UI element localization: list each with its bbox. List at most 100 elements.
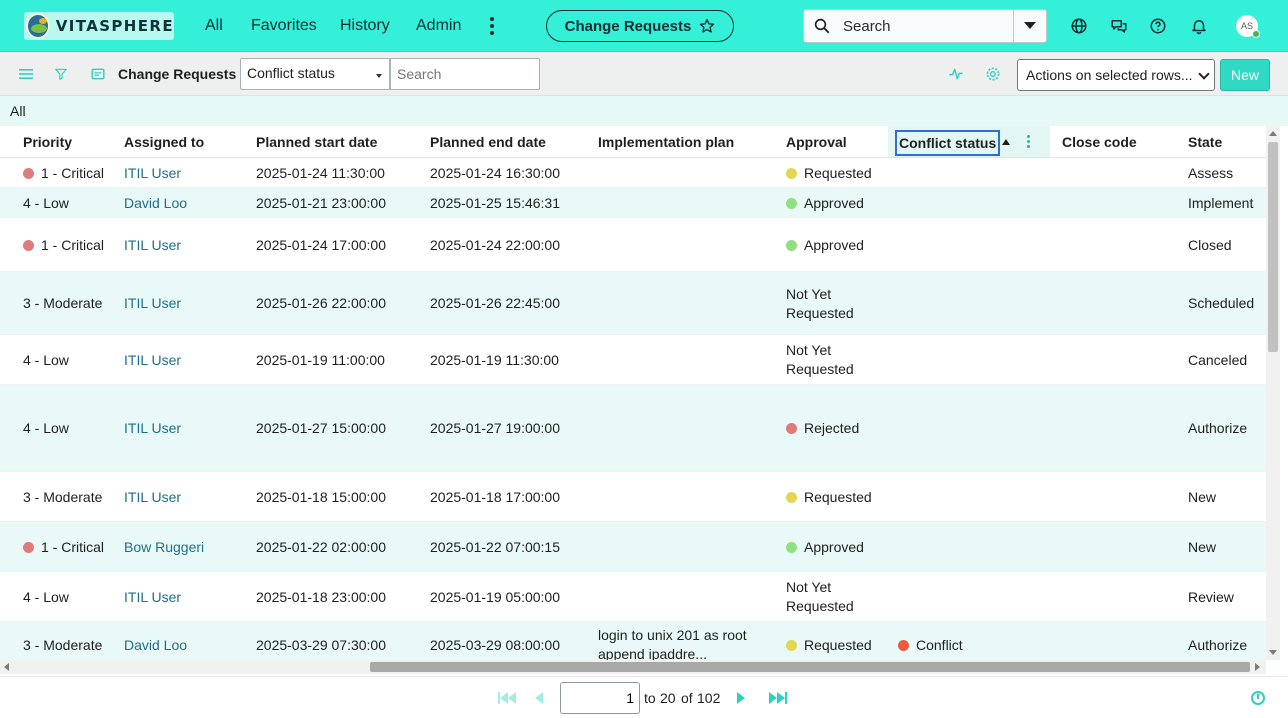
gear-icon[interactable] xyxy=(984,65,1002,83)
table-row[interactable]: 3 - Moderate ITIL User 2025-01-26 22:00:00… xyxy=(0,272,1266,335)
activity-icon[interactable] xyxy=(947,65,965,83)
column-header-planned-start[interactable]: Planned start date xyxy=(256,134,377,150)
search-field-select[interactable]: Conflict status xyxy=(240,58,390,90)
column-header-priority[interactable]: Priority xyxy=(23,134,72,150)
table-row[interactable]: 1 - Critical ITIL User 2025-01-24 17:00:00… xyxy=(0,218,1266,272)
planned-start-cell: 2025-03-29 07:30:00 xyxy=(256,637,386,653)
vertical-scrollbar[interactable] xyxy=(1266,126,1280,660)
table-header: Priority Assigned to Planned start date … xyxy=(0,126,1266,158)
hamburger-menu-icon[interactable] xyxy=(17,65,35,83)
table-row[interactable]: 3 - Moderate ITIL User 2025-01-18 15:00:00… xyxy=(0,472,1266,522)
assigned-to-link[interactable]: ITIL User xyxy=(124,294,181,313)
assigned-to-link[interactable]: ITIL User xyxy=(124,164,181,183)
table-row[interactable]: 3 - Moderate David Loo 2025-03-29 07:30:00… xyxy=(0,622,1266,660)
planned-start-cell: 2025-01-24 17:00:00 xyxy=(256,237,386,253)
column-header-state[interactable]: State xyxy=(1188,134,1222,150)
approval-cell: Approved xyxy=(786,538,864,557)
assigned-to-link[interactable]: ITIL User xyxy=(124,351,181,370)
assigned-to-link[interactable]: David Loo xyxy=(124,636,187,655)
column-header-planned-end[interactable]: Planned end date xyxy=(430,134,546,150)
approval-cell: Requested xyxy=(786,164,872,183)
previous-page-icon[interactable] xyxy=(535,690,543,706)
assigned-to-link[interactable]: David Loo xyxy=(124,194,187,213)
priority-cell: 4 - Low xyxy=(23,589,69,605)
column-header-conflict-status[interactable]: Conflict status xyxy=(895,130,1001,156)
planned-start-cell: 2025-01-22 02:00:00 xyxy=(256,539,386,555)
priority-cell: 1 - Critical xyxy=(41,237,105,253)
assigned-to-link[interactable]: ITIL User xyxy=(124,588,181,607)
global-search[interactable]: Search xyxy=(803,9,1047,43)
breadcrumb[interactable]: All xyxy=(10,103,26,119)
table-row[interactable]: 4 - Low ITIL User 2025-01-18 23:00:00 2025-… xyxy=(0,572,1266,622)
pagination-of-label: of xyxy=(681,690,693,706)
table-row[interactable]: 4 - Low David Loo 2025-01-21 23:00:00 2025-… xyxy=(0,188,1266,218)
planned-start-cell: 2025-01-26 22:00:00 xyxy=(256,295,386,311)
globe-icon[interactable] xyxy=(1069,16,1089,36)
search-field-value: Conflict status xyxy=(247,65,335,81)
filter-icon[interactable] xyxy=(52,65,70,83)
scroll-right-icon[interactable] xyxy=(1255,663,1260,671)
planned-end-cell: 2025-03-29 08:00:00 xyxy=(430,637,560,653)
nav-all[interactable]: All xyxy=(205,17,223,35)
top-header: VITASPHERE All Favorites History Admin C… xyxy=(0,0,1288,52)
list-view-icon[interactable] xyxy=(89,65,107,83)
assigned-to-link[interactable]: ITIL User xyxy=(124,236,181,255)
vertical-scroll-thumb[interactable] xyxy=(1268,142,1278,352)
chat-icon[interactable] xyxy=(1109,16,1129,36)
help-icon[interactable] xyxy=(1148,16,1168,36)
next-page-icon[interactable] xyxy=(737,690,745,706)
more-menu-icon[interactable] xyxy=(486,14,498,38)
list-search-input[interactable] xyxy=(390,58,540,90)
state-cell: Authorize xyxy=(1188,420,1248,436)
search-scope-dropdown-icon[interactable] xyxy=(1024,22,1036,29)
priority-cell: 3 - Moderate xyxy=(23,637,103,653)
nav-history[interactable]: History xyxy=(340,17,390,35)
scroll-down-icon[interactable] xyxy=(1269,650,1277,655)
star-icon[interactable] xyxy=(699,18,715,34)
approval-status-dot xyxy=(786,423,797,434)
page-number-input[interactable] xyxy=(560,682,640,714)
table-row[interactable]: 1 - Critical Bow Ruggeri 2025-01-22 02:00:… xyxy=(0,522,1266,572)
state-cell: Review xyxy=(1188,589,1234,605)
stopwatch-icon[interactable] xyxy=(1251,691,1265,705)
approval-status-dot xyxy=(786,198,797,209)
user-avatar[interactable]: AS xyxy=(1236,15,1260,38)
planned-end-cell: 2025-01-19 05:00:00 xyxy=(430,589,560,605)
column-header-implementation-plan[interactable]: Implementation plan xyxy=(598,134,734,150)
approval-label: Requested xyxy=(804,165,872,181)
scroll-up-icon[interactable] xyxy=(1269,131,1277,136)
priority-cell: 4 - Low xyxy=(23,420,69,436)
table-row[interactable]: 1 - Critical ITIL User 2025-01-24 11:30:00… xyxy=(0,158,1266,188)
nav-favorites[interactable]: Favorites xyxy=(251,17,317,35)
context-pill[interactable]: Change Requests xyxy=(546,10,734,42)
list-title: Change Requests xyxy=(118,66,237,82)
horizontal-scrollbar[interactable] xyxy=(0,660,1266,674)
brand-name: VITASPHERE xyxy=(55,17,174,35)
new-button[interactable]: New xyxy=(1220,59,1270,91)
scroll-left-icon[interactable] xyxy=(4,663,9,671)
critical-priority-dot xyxy=(23,542,34,553)
assigned-to-link[interactable]: ITIL User xyxy=(124,419,181,438)
brand-logo[interactable]: VITASPHERE xyxy=(24,12,174,40)
sort-ascending-icon[interactable] xyxy=(1002,139,1010,145)
approval-label: Approved xyxy=(804,195,864,211)
column-header-approval[interactable]: Approval xyxy=(786,134,847,150)
state-cell: Implement xyxy=(1188,195,1254,211)
column-header-assigned-to[interactable]: Assigned to xyxy=(124,134,204,150)
actions-select[interactable]: Actions on selected rows... xyxy=(1017,59,1215,91)
bell-icon[interactable] xyxy=(1189,16,1209,36)
priority-cell: 3 - Moderate xyxy=(23,489,103,505)
table-row[interactable]: 4 - Low ITIL User 2025-01-19 11:00:00 2025-… xyxy=(0,335,1266,385)
approval-status-dot xyxy=(786,542,797,553)
horizontal-scroll-thumb[interactable] xyxy=(370,662,1250,672)
nav-admin[interactable]: Admin xyxy=(416,17,461,35)
assigned-to-link[interactable]: Bow Ruggeri xyxy=(124,538,204,557)
list-toolbar: Change Requests Conflict status Actions … xyxy=(0,52,1288,96)
first-page-icon[interactable] xyxy=(498,690,516,706)
column-menu-icon[interactable] xyxy=(1027,135,1030,148)
assigned-to-link[interactable]: ITIL User xyxy=(124,488,181,507)
search-icon xyxy=(814,18,830,34)
table-row[interactable]: 4 - Low ITIL User 2025-01-27 15:00:00 2025-… xyxy=(0,385,1266,472)
column-header-close-code[interactable]: Close code xyxy=(1062,134,1137,150)
last-page-icon[interactable] xyxy=(769,690,787,706)
